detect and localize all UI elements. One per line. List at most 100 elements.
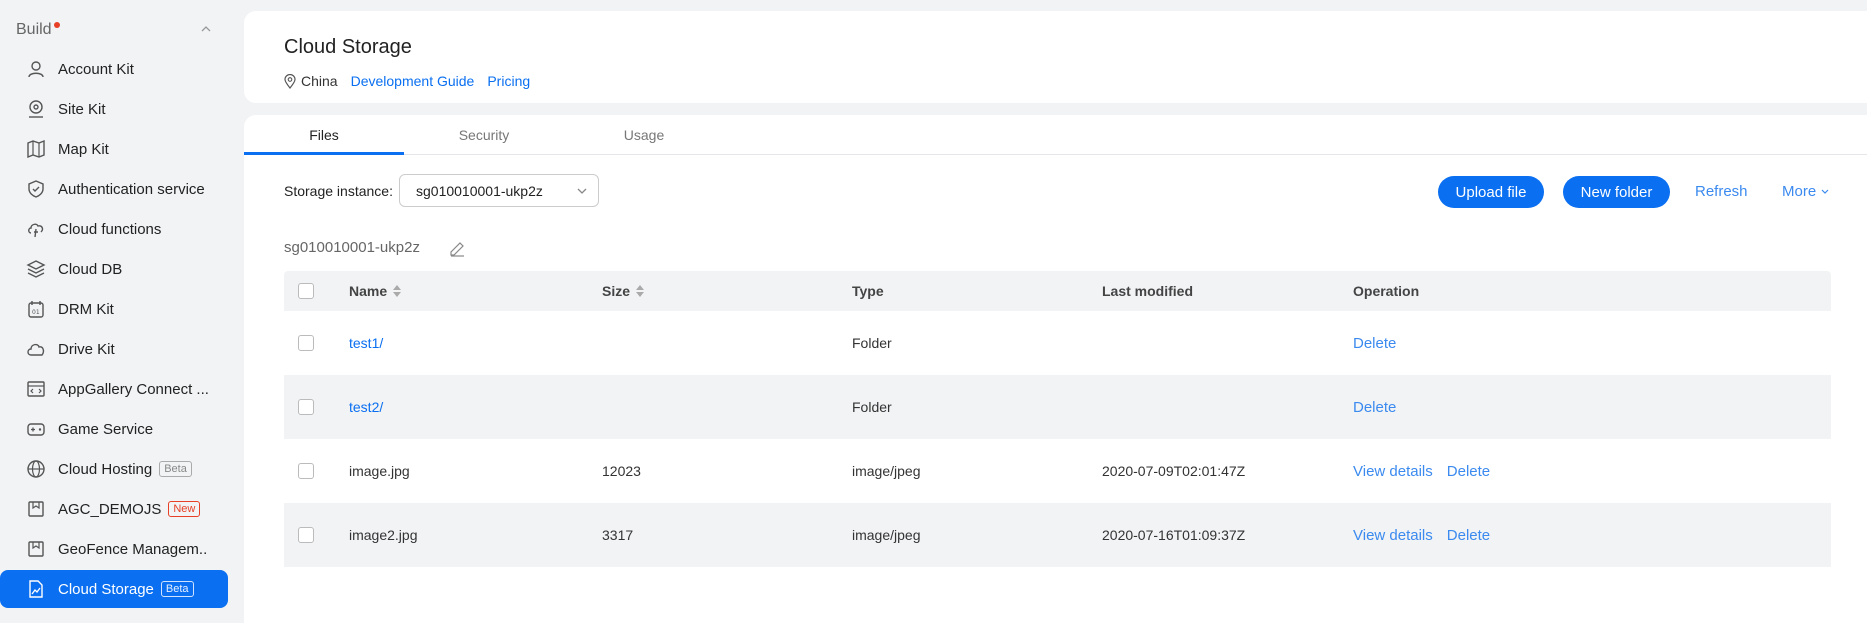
storage-instance-value: sg010010001-ukp2z: [416, 182, 543, 199]
file-size: 12023: [602, 463, 641, 479]
row-checkbox-cell: [298, 311, 314, 375]
operation-cell: View details Delete: [1353, 439, 1504, 503]
sidebar-item-label: Account Kit: [58, 60, 134, 78]
refresh-button[interactable]: Refresh: [1695, 183, 1748, 200]
sidebar-item-agc-demojs[interactable]: AGC_DEMOJS New: [0, 490, 228, 528]
sidebar-item-label: Map Kit: [58, 140, 109, 158]
view-details-link[interactable]: View details: [1353, 463, 1433, 480]
column-operation-header: Operation: [1353, 283, 1420, 299]
sort-icon: [393, 285, 402, 297]
instance-name: sg010010001-ukp2z: [284, 239, 420, 256]
sidebar-item-account-kit[interactable]: Account Kit: [0, 50, 228, 88]
drm-icon: 01: [24, 297, 48, 321]
database-layers-icon: [24, 257, 48, 281]
development-guide-link[interactable]: Development Guide: [351, 73, 475, 89]
more-dropdown[interactable]: More: [1782, 183, 1830, 200]
sidebar-item-label: Cloud Hosting: [58, 460, 153, 478]
sidebar-item-site-kit[interactable]: Site Kit: [0, 90, 228, 128]
select-all-checkbox[interactable]: [298, 283, 314, 299]
row-checkbox-cell: [298, 439, 314, 503]
operation-cell: Delete: [1353, 311, 1410, 375]
column-last-modified-header: Last modified: [1102, 283, 1194, 299]
shield-check-icon: [24, 177, 48, 201]
globe-icon: [24, 457, 48, 481]
column-name-header[interactable]: Name: [349, 271, 402, 311]
sidebar-item-cloud-db[interactable]: Cloud DB: [0, 250, 228, 288]
build-group-header[interactable]: Build: [16, 19, 220, 41]
sidebar-item-cloud-functions[interactable]: Cloud functions: [0, 210, 228, 248]
new-folder-button[interactable]: New folder: [1563, 176, 1670, 208]
delete-link[interactable]: Delete: [1447, 527, 1490, 544]
row-checkbox[interactable]: [298, 335, 314, 351]
column-size-header[interactable]: Size: [602, 271, 645, 311]
file-name-link[interactable]: test1/: [349, 311, 383, 375]
chevron-down-icon: [577, 188, 587, 194]
sidebar-item-label: GeoFence Managem...: [58, 540, 208, 558]
view-details-link[interactable]: View details: [1353, 527, 1433, 544]
sidebar-item-drm-kit[interactable]: 01 DRM Kit: [0, 290, 228, 328]
upload-file-button[interactable]: Upload file: [1438, 176, 1544, 208]
sidebar-item-label: DRM Kit: [58, 300, 114, 318]
tab-files[interactable]: Files: [244, 115, 404, 155]
image-file-icon: [24, 577, 48, 601]
notification-dot: [53, 22, 60, 28]
sidebar-item-label: Authentication service: [58, 180, 205, 198]
row-checkbox[interactable]: [298, 399, 314, 415]
svg-text:01: 01: [32, 309, 40, 316]
delete-link[interactable]: Delete: [1353, 335, 1396, 352]
sidebar-item-cloud-hosting[interactable]: Cloud Hosting Beta: [0, 450, 228, 488]
sidebar-item-label: Cloud Storage: [58, 580, 154, 598]
sidebar-item-geofence-management[interactable]: GeoFence Managem...: [0, 530, 228, 568]
file-type: Folder: [852, 399, 892, 415]
new-badge: New: [168, 501, 201, 517]
sort-icon: [636, 285, 645, 297]
gamepad-icon: [24, 417, 48, 441]
pricing-link[interactable]: Pricing: [487, 73, 530, 89]
beta-badge: Beta: [160, 581, 194, 597]
header-subrow: China Development Guide Pricing: [284, 73, 543, 89]
sidebar-item-drive-kit[interactable]: Drive Kit: [0, 330, 228, 368]
map-icon: [24, 137, 48, 161]
bookmark-box-icon: [24, 497, 48, 521]
table-row: test1/ Folder Delete: [284, 311, 1831, 375]
row-checkbox[interactable]: [298, 463, 314, 479]
file-modified: 2020-07-09T02:01:47Z: [1102, 463, 1246, 479]
file-name: image.jpg: [349, 463, 410, 479]
operation-cell: Delete: [1353, 375, 1410, 439]
sidebar-item-game-service[interactable]: Game Service: [0, 410, 228, 448]
column-name-label: Name: [349, 283, 388, 299]
cloud-icon: [24, 337, 48, 361]
row-checkbox[interactable]: [298, 527, 314, 543]
table-row: image.jpg 12023 image/jpeg 2020-07-09T02…: [284, 439, 1831, 503]
file-size: 3317: [602, 527, 634, 543]
location-pin-icon: [24, 97, 48, 121]
beta-badge: Beta: [159, 461, 192, 477]
file-type: image/jpeg: [852, 463, 921, 479]
sidebar-item-authentication-service[interactable]: Authentication service: [0, 170, 228, 208]
sidebar-item-map-kit[interactable]: Map Kit: [0, 130, 228, 168]
bookmark-box-icon: [24, 537, 48, 561]
page-header: Cloud Storage China Development Guide Pr…: [244, 11, 1867, 103]
sidebar: Build Account Kit Site Kit Map Kit Authe…: [0, 0, 232, 623]
chevron-up-icon[interactable]: [200, 23, 212, 35]
build-group-title: Build: [16, 21, 52, 38]
delete-link[interactable]: Delete: [1353, 399, 1396, 416]
storage-instance-select[interactable]: sg010010001-ukp2z: [399, 174, 599, 207]
more-label: More: [1782, 183, 1817, 200]
sidebar-item-appgallery-connect[interactable]: AppGallery Connect ...: [0, 370, 228, 408]
delete-link[interactable]: Delete: [1447, 463, 1490, 480]
column-type-header: Type: [852, 283, 884, 299]
sidebar-item-label: Drive Kit: [58, 340, 115, 358]
table-header: Name Size Type Last modified Operation: [284, 271, 1831, 311]
tab-security[interactable]: Security: [404, 115, 564, 155]
sidebar-item-label: Cloud DB: [58, 260, 123, 278]
sidebar-item-cloud-storage[interactable]: Cloud Storage Beta: [0, 570, 228, 608]
sidebar-item-label: AppGallery Connect ...: [58, 380, 208, 398]
file-name-link[interactable]: test2/: [349, 375, 383, 439]
table-row: test2/ Folder Delete: [284, 375, 1831, 439]
tab-usage[interactable]: Usage: [564, 115, 724, 155]
region-label: China: [301, 73, 338, 89]
tab-bar: Files Security Usage: [244, 115, 1867, 155]
table-row: image2.jpg 3317 image/jpeg 2020-07-16T01…: [284, 503, 1831, 567]
edit-icon[interactable]: [448, 239, 466, 257]
